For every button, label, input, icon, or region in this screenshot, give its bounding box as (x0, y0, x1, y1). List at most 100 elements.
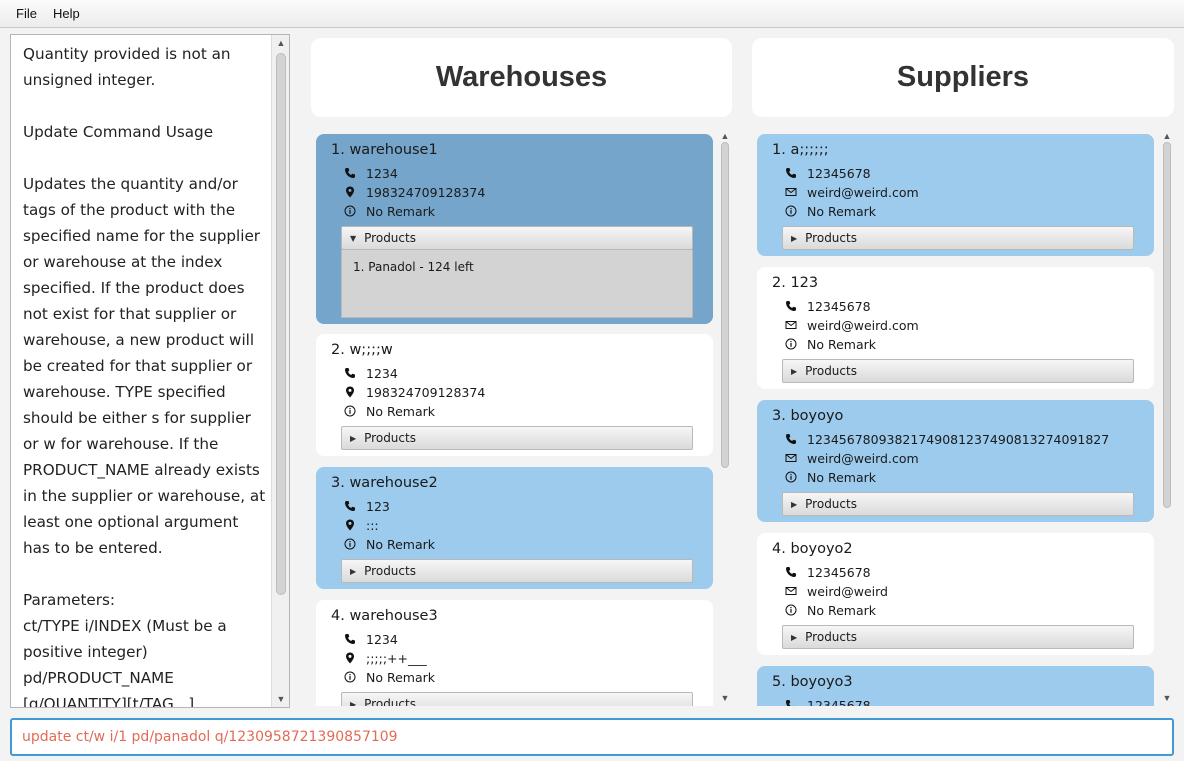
scroll-down-icon[interactable]: ▼ (272, 691, 289, 707)
scroll-thumb[interactable] (276, 53, 286, 595)
supplier-card[interactable]: 5. boyoyo3 12345678 (757, 666, 1154, 706)
warehouse-card[interactable]: 3. warehouse2 123 ::: No Remark ▶ Produc… (316, 467, 713, 589)
info-icon (785, 205, 797, 217)
info-icon (785, 471, 797, 483)
remark-field: No Remark (344, 535, 435, 553)
address-field: ::: (344, 516, 379, 534)
phone-field: 12345678 (785, 164, 871, 182)
scroll-down-icon[interactable]: ▼ (1160, 690, 1174, 706)
products-dropdown[interactable]: ▶ Products (341, 692, 693, 706)
remark-field: No Remark (785, 335, 876, 353)
menu-file[interactable]: File (8, 0, 45, 28)
scroll-up-icon[interactable]: ▲ (272, 35, 289, 51)
phone-icon (344, 367, 356, 379)
phone-field: 1234 (344, 164, 398, 182)
info-icon (785, 338, 797, 350)
phone-icon (344, 633, 356, 645)
remark-field: No Remark (344, 202, 435, 220)
supplier-card[interactable]: 3. boyoyo 123456780938217490812374908132… (757, 400, 1154, 522)
envelope-icon (785, 585, 797, 597)
card-title: 2. 123 (772, 275, 819, 291)
info-icon (344, 405, 356, 417)
address-field: ;;;;;++___ (344, 649, 427, 667)
phone-icon (344, 167, 356, 179)
email-field: weird@weird (785, 582, 888, 600)
card-title: 3. boyoyo (772, 408, 844, 424)
scroll-thumb[interactable] (1163, 142, 1171, 508)
products-dropdown[interactable]: ▶ Products (341, 426, 693, 450)
envelope-icon (785, 186, 797, 198)
result-text: Quantity provided is not an unsigned int… (23, 45, 266, 708)
phone-icon (785, 433, 797, 445)
products-dropdown[interactable]: ▶ Products (782, 359, 1134, 383)
remark-field: No Remark (785, 601, 876, 619)
suppliers-header: Suppliers (752, 38, 1174, 117)
triangle-right-icon: ▶ (791, 632, 798, 642)
warehouse-card[interactable]: 4. warehouse3 1234 ;;;;;++___ No Remark … (316, 600, 713, 706)
phone-field: 12345678093821749081237490813274091827 (785, 430, 1109, 448)
phone-icon (785, 167, 797, 179)
card-title: 5. boyoyo3 (772, 674, 853, 690)
menu-bar: File Help (0, 0, 1184, 28)
triangle-down-icon: ▼ (350, 233, 357, 243)
phone-icon (785, 566, 797, 578)
remark-field: No Remark (344, 402, 435, 420)
address-field: 198324709128374 (344, 183, 485, 201)
triangle-right-icon: ▶ (791, 233, 798, 243)
warehouse-scrollbar[interactable]: ▲ ▼ (718, 128, 732, 706)
info-icon (344, 538, 356, 550)
result-display: Quantity provided is not an unsigned int… (10, 34, 290, 708)
card-title: 4. boyoyo2 (772, 541, 853, 557)
phone-field: 12345678 (785, 563, 871, 581)
info-icon (344, 205, 356, 217)
card-title: 2. w;;;;w (331, 342, 393, 358)
supplier-list[interactable]: 1. a;;;;;; 12345678 weird@weird.com No R… (752, 128, 1174, 706)
products-dropdown[interactable]: ▶ Products (782, 226, 1134, 250)
location-pin-icon (344, 386, 356, 398)
triangle-right-icon: ▶ (350, 433, 357, 443)
card-title: 1. warehouse1 (331, 142, 438, 158)
warehouse-card[interactable]: 2. w;;;;w 1234 198324709128374 No Remark… (316, 334, 713, 456)
command-text: update ct/w i/1 pd/panadol q/12309587213… (22, 729, 398, 745)
email-field: weird@weird.com (785, 449, 919, 467)
warehouse-list[interactable]: 1. warehouse1 1234 198324709128374 No Re… (311, 128, 732, 706)
location-pin-icon (344, 519, 356, 531)
phone-field: 12345678 (785, 696, 871, 706)
location-pin-icon (344, 186, 356, 198)
scroll-down-icon[interactable]: ▼ (718, 690, 732, 706)
phone-field: 123 (344, 497, 390, 515)
triangle-right-icon: ▶ (791, 499, 798, 509)
products-dropdown[interactable]: ▼ Products (341, 226, 693, 250)
remark-field: No Remark (785, 468, 876, 486)
command-input[interactable]: update ct/w i/1 pd/panadol q/12309587213… (10, 718, 1174, 756)
scroll-thumb[interactable] (721, 142, 729, 468)
supplier-card[interactable]: 1. a;;;;;; 12345678 weird@weird.com No R… (757, 134, 1154, 256)
info-icon (344, 671, 356, 683)
phone-icon (785, 300, 797, 312)
phone-field: 12345678 (785, 297, 871, 315)
envelope-icon (785, 452, 797, 464)
result-scrollbar[interactable]: ▲ ▼ (271, 35, 289, 707)
menu-help[interactable]: Help (45, 0, 88, 28)
triangle-right-icon: ▶ (350, 699, 357, 707)
products-dropdown[interactable]: ▶ Products (341, 559, 693, 583)
warehouses-header: Warehouses (311, 38, 732, 117)
card-title: 1. a;;;;;; (772, 142, 829, 158)
products-dropdown[interactable]: ▶ Products (782, 492, 1134, 516)
supplier-card[interactable]: 4. boyoyo2 12345678 weird@weird No Remar… (757, 533, 1154, 655)
email-field: weird@weird.com (785, 183, 919, 201)
card-title: 3. warehouse2 (331, 475, 438, 491)
products-dropdown[interactable]: ▶ Products (782, 625, 1134, 649)
supplier-scrollbar[interactable]: ▲ ▼ (1160, 128, 1174, 706)
warehouse-card[interactable]: 1. warehouse1 1234 198324709128374 No Re… (316, 134, 713, 324)
triangle-right-icon: ▶ (350, 566, 357, 576)
card-title: 4. warehouse3 (331, 608, 438, 624)
triangle-right-icon: ▶ (791, 366, 798, 376)
remark-field: No Remark (344, 668, 435, 686)
phone-icon (344, 500, 356, 512)
email-field: weird@weird.com (785, 316, 919, 334)
phone-field: 1234 (344, 630, 398, 648)
location-pin-icon (344, 652, 356, 664)
supplier-card[interactable]: 2. 123 12345678 weird@weird.com No Remar… (757, 267, 1154, 389)
products-content: 1. Panadol - 124 left (341, 250, 693, 318)
